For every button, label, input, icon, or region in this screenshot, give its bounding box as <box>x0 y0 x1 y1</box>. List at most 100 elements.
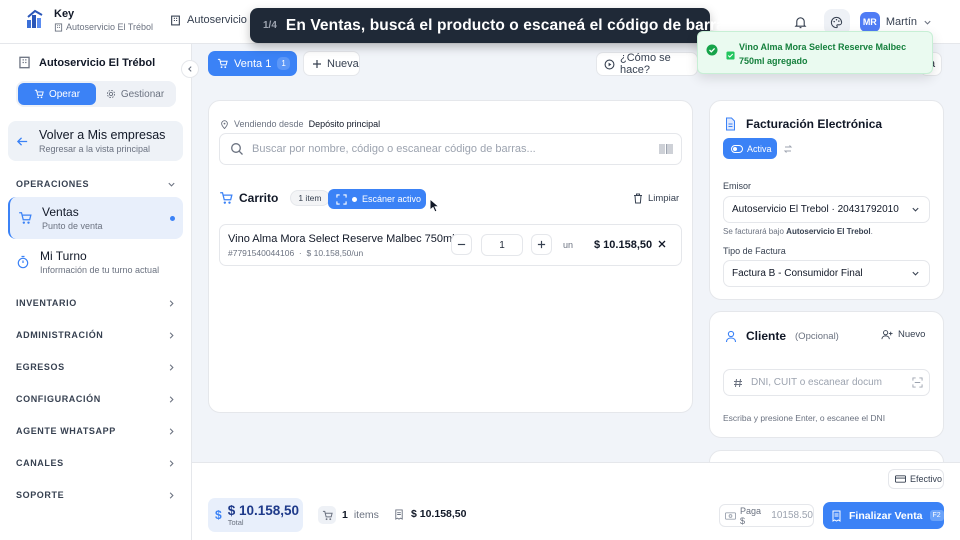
billing-status-toggle[interactable]: Activa <box>723 138 777 159</box>
cash-icon <box>725 511 736 520</box>
how-to-button[interactable]: ¿Cómo se hace? <box>596 52 698 76</box>
section-inventario[interactable]: INVENTARIO <box>16 298 176 308</box>
tab-count-badge: 1 <box>277 57 290 70</box>
section-label: ADMINISTRACIÓN <box>16 330 104 340</box>
invoice-type-select[interactable]: Factura B - Consumidor Final <box>723 260 930 287</box>
mode-operar-button[interactable]: Operar <box>18 83 96 105</box>
section-label: OPERACIONES <box>16 179 90 189</box>
switch-arrows-icon[interactable] <box>783 144 793 154</box>
decrease-qty-button[interactable] <box>451 234 472 255</box>
selling-from: Vendiendo desde Depósito principal <box>220 119 380 129</box>
play-circle-icon <box>604 59 615 70</box>
client-document-input[interactable]: DNI, CUIT o escanear docum <box>723 369 930 396</box>
client-title: Cliente <box>746 329 787 343</box>
client-header: Cliente (Opcional) <box>725 329 839 343</box>
section-label: AGENTE WHATSAPP <box>16 426 116 436</box>
sidebar-store: Autoservicio El Trébol <box>18 56 155 69</box>
issuer-select[interactable]: Autoservicio El Trebol · 20431792010 <box>723 196 930 223</box>
cart-header: Carrito 1 item <box>219 190 330 206</box>
new-client-button[interactable]: Nuevo <box>881 329 925 340</box>
item-unit-price: $ 10.158,50/un <box>306 248 364 258</box>
section-administracion[interactable]: ADMINISTRACIÓN <box>16 330 176 340</box>
back-to-companies[interactable]: Volver a Mis empresas Regresar a la vist… <box>8 121 183 161</box>
product-search-input[interactable]: Buscar por nombre, código o escanear cód… <box>219 133 682 165</box>
increase-qty-button[interactable] <box>531 234 552 255</box>
minus-icon <box>457 240 466 249</box>
section-egresos[interactable]: EGRESOS <box>16 362 176 372</box>
section-configuracion[interactable]: CONFIGURACIÓN <box>16 394 176 404</box>
scanner-label: Escáner activo <box>362 194 422 204</box>
clear-cart-button[interactable]: Limpiar <box>633 193 679 204</box>
how-to-label: ¿Cómo se hace? <box>620 52 671 76</box>
remove-item-icon[interactable] <box>657 239 667 249</box>
client-placeholder: DNI, CUIT o escanear docum <box>751 377 882 388</box>
active-indicator <box>170 216 175 221</box>
sidebar-item-label: Mi Turno <box>40 249 87 263</box>
issuer-value: Autoservicio El Trebol · 20431792010 <box>732 204 899 215</box>
clear-cart-label: Limpiar <box>648 193 680 204</box>
section-canales[interactable]: CANALES <box>16 458 176 468</box>
paid-amount-input[interactable]: Paga $ 10158.50 <box>719 504 814 527</box>
billing-title: Facturación Electrónica <box>746 117 883 131</box>
scanner-toggle[interactable]: Escáner activo <box>328 189 426 209</box>
location-pin-icon <box>220 119 229 129</box>
collapse-sidebar-button[interactable] <box>181 60 199 78</box>
selling-from-label: Vendiendo desde <box>234 119 304 129</box>
mode-gestionar-button[interactable]: Gestionar <box>96 83 174 105</box>
chevron-right-icon <box>167 395 176 404</box>
checkbox-icon <box>726 42 735 68</box>
barcode-icon[interactable] <box>659 143 673 155</box>
separator-dot: · <box>296 248 305 258</box>
palette-icon <box>830 16 843 29</box>
new-sale-label: Nueva <box>327 57 359 70</box>
mouse-cursor-icon <box>429 198 440 213</box>
payment-method-button[interactable]: Efectivo <box>888 469 944 489</box>
sidebar-store-name: Autoservicio El Trébol <box>39 56 156 69</box>
user-icon <box>725 330 737 343</box>
section-operaciones[interactable]: OPERACIONES <box>16 179 176 189</box>
billing-header: Facturación Electrónica <box>724 117 882 131</box>
issuer-hint-prefix: Se facturará bajo <box>723 227 784 236</box>
section-agente-whatsapp[interactable]: AGENTE WHATSAPP <box>16 426 176 436</box>
scan-frame-icon <box>336 193 347 205</box>
sidebar-item-ventas[interactable]: Ventas Punto de venta <box>8 197 183 239</box>
sidebar-item-sub: Información de tu turno actual <box>40 265 160 275</box>
sidebar-item-mi-turno[interactable]: Mi Turno Información de tu turno actual <box>8 241 183 283</box>
billing-status-label: Activa <box>747 143 772 154</box>
brand[interactable]: Key Autoservicio El Trébol <box>24 8 153 32</box>
shortcut-key: F2 <box>929 510 944 521</box>
finalize-sale-label: Finalizar Venta <box>849 509 923 522</box>
payment-method-label: Efectivo <box>910 474 943 484</box>
tab-label: Venta 1 <box>234 57 272 70</box>
new-sale-button[interactable]: Nueva <box>303 51 360 76</box>
section-label: SOPORTE <box>16 490 65 500</box>
item-name: Vino Alma Mora Select Reserve Malbec 750… <box>228 233 455 245</box>
chevron-down-icon <box>911 205 920 214</box>
item-total: $ 10.158,50 <box>594 239 653 251</box>
brand-logo-icon <box>24 9 46 31</box>
bell-icon <box>794 16 807 29</box>
chevron-right-icon <box>167 427 176 436</box>
user-menu[interactable]: MR Martín <box>859 12 932 32</box>
tour-text: En Ventas, buscá el producto o escaneá e… <box>285 16 739 34</box>
mode-operar-label: Operar <box>48 88 81 100</box>
user-name: Martín <box>885 16 917 28</box>
chevron-down-icon <box>911 269 920 278</box>
section-label: INVENTARIO <box>16 298 77 308</box>
cart-title: Carrito <box>239 191 279 205</box>
section-label: CONFIGURACIÓN <box>16 394 101 404</box>
section-soporte[interactable]: SOPORTE <box>16 490 176 500</box>
sidebar-item-label: Ventas <box>42 205 79 219</box>
search-placeholder: Buscar por nombre, código o escanear cód… <box>252 143 536 155</box>
total-box: $ $ 10.158,50 Total <box>208 498 303 532</box>
quantity-input[interactable]: 1 <box>481 234 523 256</box>
total-amount: $ 10.158,50 <box>227 503 300 518</box>
item-unit: un <box>563 240 574 250</box>
cart-icon <box>34 89 44 99</box>
plus-icon <box>312 59 322 69</box>
chevron-down-icon <box>167 180 176 189</box>
tab-venta-1[interactable]: Venta 1 1 <box>208 51 297 76</box>
finalize-sale-button[interactable]: Finalizar Venta F2 <box>823 502 944 529</box>
scan-document-icon[interactable] <box>912 377 923 388</box>
toast-message: Vino Alma Mora Select Reserve Malbec 750… <box>739 42 907 66</box>
